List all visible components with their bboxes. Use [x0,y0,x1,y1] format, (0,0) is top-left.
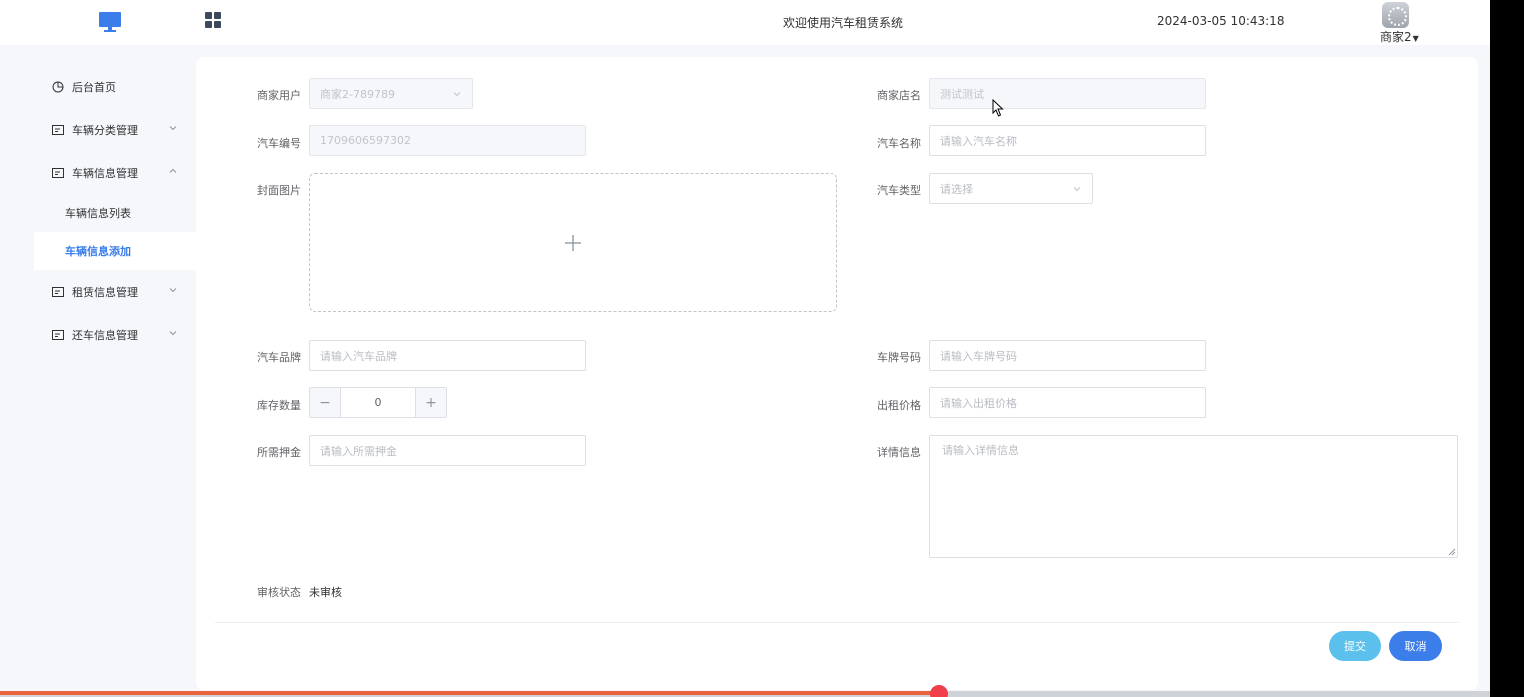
sidebar-subitem-label: 车辆信息列表 [65,207,131,220]
sidebar-item-label: 租赁信息管理 [72,286,138,299]
top-header: 欢迎使用汽车租赁系统 2024-03-05 10:43:18 商家2▼ [0,0,1490,45]
sidebar-item-car-info[interactable]: 车辆信息管理 [23,153,196,193]
pie-chart-icon [52,81,64,93]
cover-image-label: 封面图片 [257,184,301,197]
brand-placeholder: 请输入汽车品牌 [320,349,397,363]
shop-name-value: 测试测试 [940,87,984,101]
apps-grid-icon[interactable] [205,12,223,30]
price-input[interactable]: 请输入出租价格 [929,387,1206,418]
resize-handle-icon[interactable] [1448,548,1456,556]
footer-divider [215,622,1459,623]
car-number-input: 1709606597302 [309,125,586,156]
sidebar: 后台首页 车辆分类管理 车辆信息管理 车辆信息列表 车辆信息添加 租赁信息管理 … [23,57,196,697]
merchant-user-select: 商家2-789789 [309,78,473,109]
plate-label: 车牌号码 [877,351,921,364]
price-label: 出租价格 [877,399,921,412]
list-card-icon [52,330,64,340]
car-type-select[interactable]: 请选择 [929,173,1093,204]
detail-textarea[interactable]: 请输入详情信息 [929,435,1458,558]
sidebar-item-return[interactable]: 还车信息管理 [23,315,196,355]
merchant-user-label: 商家用户 [257,89,301,102]
user-name: 商家2 [1380,30,1412,44]
chevron-down-icon [169,331,177,336]
video-progress-bar[interactable] [0,685,1490,697]
sidebar-item-rental[interactable]: 租赁信息管理 [23,272,196,312]
chevron-up-icon [169,168,177,173]
increment-button[interactable]: + [415,388,446,417]
chevron-down-icon [169,126,177,131]
chevron-down-icon [453,92,461,97]
sidebar-subitem-car-add[interactable]: 车辆信息添加 [34,232,196,270]
monitor-logo-icon [99,12,121,32]
user-dropdown[interactable]: 商家2▼ [1380,28,1419,45]
shop-name-label: 商家店名 [877,89,921,102]
sidebar-item-label: 还车信息管理 [72,329,138,342]
sidebar-subitem-car-list[interactable]: 车辆信息列表 [23,194,196,232]
car-number-value: 1709606597302 [320,134,411,147]
car-name-input[interactable]: 请输入汽车名称 [929,125,1206,156]
audit-status-label: 审核状态 [257,586,301,599]
sidebar-item-label: 车辆分类管理 [72,124,138,137]
price-placeholder: 请输入出租价格 [940,396,1017,410]
screen-edge [1490,0,1524,697]
car-add-form: 商家用户 商家2-789789 商家店名 测试测试 汽车编号 170960659… [196,57,1478,690]
car-type-label: 汽车类型 [877,184,921,197]
car-type-placeholder: 请选择 [940,182,973,196]
welcome-text: 欢迎使用汽车租赁系统 [783,16,904,30]
sidebar-item-label: 车辆信息管理 [72,167,138,180]
deposit-label: 所需押金 [257,446,301,459]
cover-image-upload[interactable] [309,173,837,312]
plate-placeholder: 请输入车牌号码 [940,349,1017,363]
list-card-icon [52,287,64,297]
mouse-cursor-icon [992,99,1004,117]
deposit-placeholder: 请输入所需押金 [320,444,397,458]
shop-name-input: 测试测试 [929,78,1206,109]
sidebar-item-dashboard[interactable]: 后台首页 [23,67,196,107]
stock-label: 库存数量 [257,399,301,412]
decrement-button[interactable]: − [310,388,341,417]
brand-input[interactable]: 请输入汽车品牌 [309,340,586,371]
merchant-user-value: 商家2-789789 [320,87,395,101]
cancel-button[interactable]: 取消 [1389,631,1442,661]
sidebar-item-label: 后台首页 [72,81,116,94]
progress-knob[interactable] [929,685,948,697]
stock-value[interactable]: 0 [341,388,415,417]
car-name-label: 汽车名称 [877,137,921,150]
app-window: 欢迎使用汽车租赁系统 2024-03-05 10:43:18 商家2▼ 后台首页… [0,0,1490,697]
list-card-icon [52,125,64,135]
sidebar-subitem-label: 车辆信息添加 [65,245,131,258]
detail-label: 详情信息 [877,446,921,459]
plate-input[interactable]: 请输入车牌号码 [929,340,1206,371]
detail-placeholder: 请输入详情信息 [942,444,1019,457]
caret-down-icon: ▼ [1412,34,1419,43]
submit-button[interactable]: 提交 [1329,631,1381,661]
deposit-input[interactable]: 请输入所需押金 [309,435,586,466]
chevron-down-icon [169,288,177,293]
car-name-placeholder: 请输入汽车名称 [940,134,1017,148]
stock-stepper[interactable]: − 0 + [309,387,447,418]
list-card-icon [52,168,64,178]
plus-icon [565,234,581,251]
progress-fill [0,691,939,695]
audit-status-value: 未审核 [309,586,342,599]
chevron-down-icon [1073,187,1081,192]
avatar[interactable] [1382,2,1409,28]
current-datetime: 2024-03-05 10:43:18 [1157,14,1285,28]
car-number-label: 汽车编号 [257,137,301,150]
sidebar-item-category[interactable]: 车辆分类管理 [23,110,196,150]
brand-label: 汽车品牌 [257,351,301,364]
